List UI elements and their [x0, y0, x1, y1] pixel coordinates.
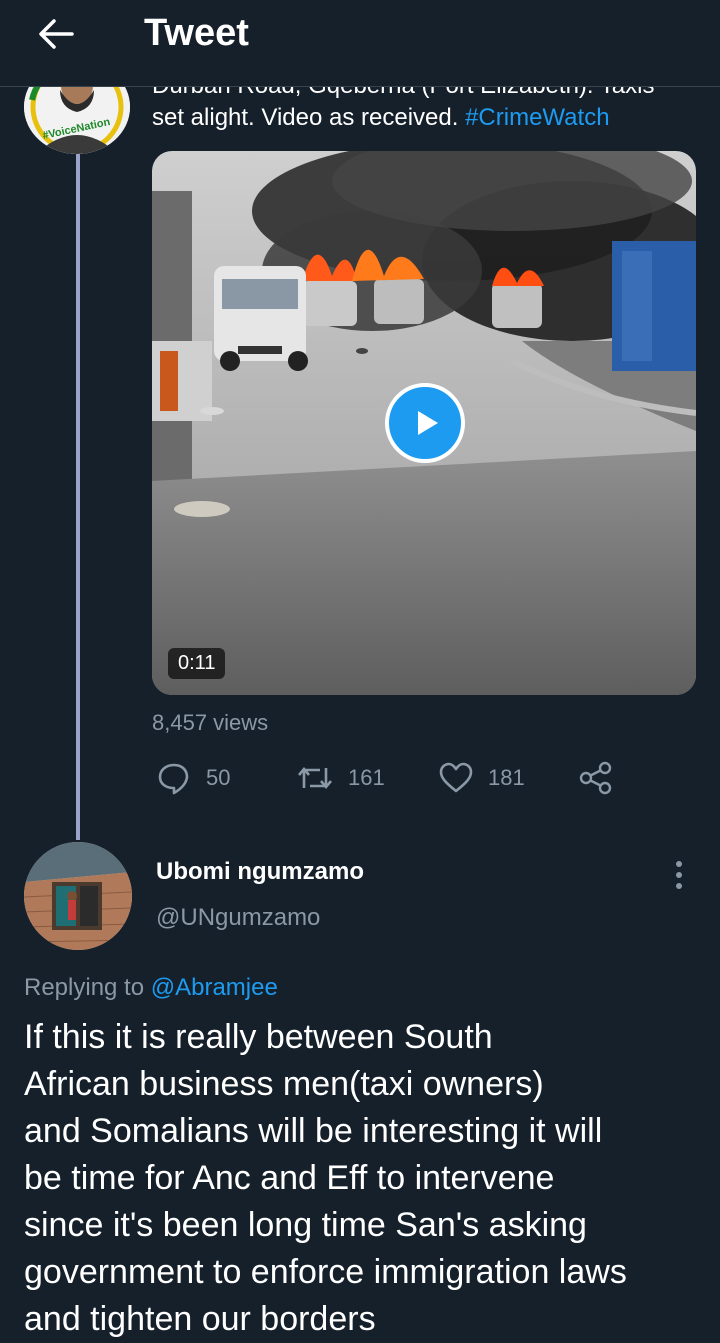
retweet-count: 161 [348, 765, 385, 790]
reply-text-line: be time for Anc and Eff to intervene [24, 1159, 555, 1197]
play-button[interactable] [385, 383, 465, 463]
back-button[interactable] [30, 14, 82, 54]
reply-text-line: If this it is really between South [24, 1018, 493, 1056]
heart-icon [439, 762, 473, 793]
video-duration: 0:11 [168, 648, 226, 679]
like-count: 181 [488, 765, 525, 790]
replying-to-label: Replying to [24, 974, 151, 1001]
reply-action[interactable]: 50 [156, 758, 230, 798]
reply-count: 50 [206, 765, 231, 790]
reply-text-line: and tighten our borders [24, 1300, 376, 1338]
share-icon [579, 761, 612, 795]
view-count: 8,457 views [152, 710, 269, 735]
reply-text: If this it is really between South Afric… [24, 1014, 704, 1343]
arrow-left-icon [39, 19, 74, 49]
like-action[interactable]: 181 [438, 758, 525, 798]
reply-text-line: African business men(taxi owners) [24, 1065, 544, 1103]
replying-to-mention[interactable]: @Abramjee [151, 974, 278, 1001]
reply-text-line: and Somalians will be interesting it wil… [24, 1112, 603, 1150]
retweet-action[interactable]: 161 [296, 758, 385, 798]
retweet-icon [298, 766, 332, 790]
reply-author-avatar[interactable] [24, 842, 132, 950]
app-header: Tweet [0, 0, 720, 87]
page-title: Tweet [144, 12, 249, 54]
hashtag-link[interactable]: #CrimeWatch [465, 104, 609, 131]
more-options-button[interactable] [664, 858, 694, 892]
reply-display-name[interactable]: Ubomi ngumzamo [156, 858, 364, 886]
reply-icon [158, 763, 189, 795]
tweet-text-line2: set alight. Video as received. [152, 104, 466, 131]
thread-connector-line [76, 150, 80, 840]
more-vertical-icon [676, 861, 682, 889]
reply-text-line: since it's been long time San's asking [24, 1206, 587, 1244]
replying-to: Replying to @Abramjee [24, 974, 278, 1002]
reply-handle[interactable]: @UNgumzamo [156, 904, 320, 932]
reply-text-line: government to enforce immigration laws [24, 1253, 627, 1291]
play-icon [418, 411, 438, 435]
share-action[interactable] [578, 758, 614, 798]
